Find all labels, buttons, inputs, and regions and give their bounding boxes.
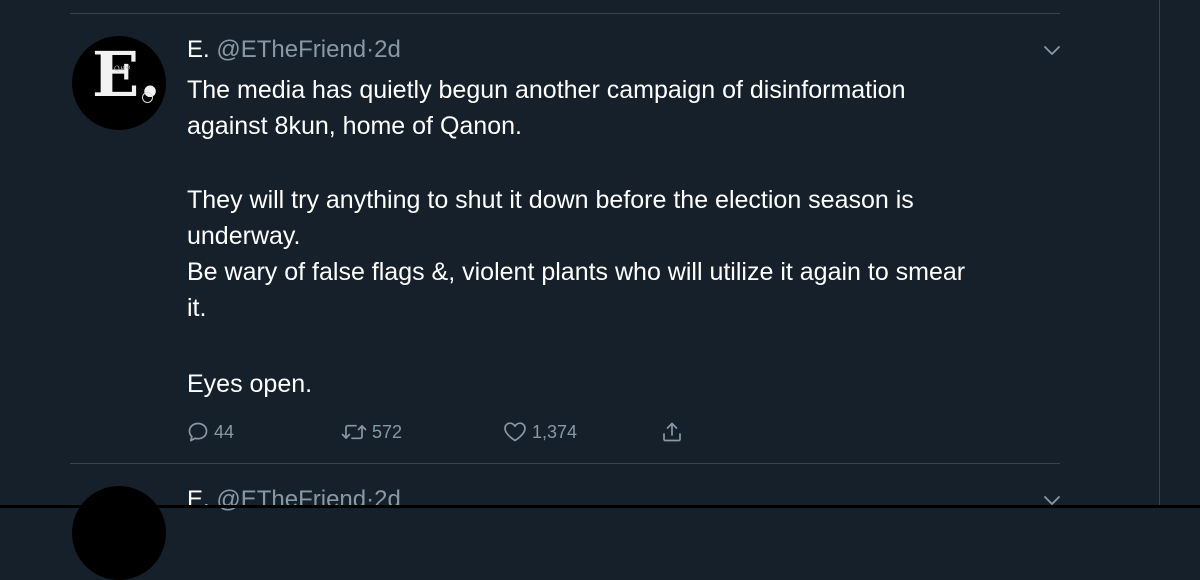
tweet-text-line: against 8kun, home of Qanon. (187, 112, 522, 140)
tweet-divider (70, 463, 1060, 464)
tweet-text-line: underway. (187, 222, 301, 250)
heart-icon (504, 422, 526, 442)
avatar[interactable] (72, 486, 166, 580)
author-name[interactable]: E. (187, 486, 210, 513)
like-button[interactable]: 1,374 (502, 418, 577, 446)
share-button[interactable] (660, 418, 684, 446)
author-name[interactable]: E. (187, 36, 210, 63)
tweet-header: E. @ETheFriend·2d (187, 36, 401, 64)
reply-button[interactable]: 44 (186, 418, 234, 446)
like-count: 1,374 (532, 421, 578, 442)
retweet-button[interactable]: 572 (340, 418, 402, 446)
tweet-header: E. @ETheFriend·2d (187, 486, 401, 514)
retweet-count: 572 (372, 421, 403, 442)
reply-count: 44 (214, 421, 235, 442)
top-divider (70, 13, 1060, 14)
chevron-down-icon[interactable] (1040, 38, 1064, 62)
tweet-text: The media has quietly begun another camp… (187, 72, 1107, 402)
tweet-text-line: it. (187, 294, 207, 322)
tweet-text-line: The media has quietly begun another camp… (187, 76, 906, 104)
handle-and-time[interactable]: @ETheFriend·2d (216, 486, 400, 513)
timeline-right-border (1159, 0, 1160, 508)
tweet-actions: 44 572 1,374 (186, 418, 706, 446)
tweet-text-line: Eyes open. (187, 370, 313, 398)
share-icon (663, 422, 681, 442)
retweet-icon (341, 424, 367, 440)
tweet-text-line: They will try anything to shut it down b… (187, 186, 914, 214)
reply-icon (188, 422, 208, 442)
tweet-text-line: Be wary of false flags &, violent plants… (187, 258, 966, 286)
chevron-down-icon[interactable] (1040, 488, 1064, 512)
avatar[interactable]: E. Qu̶e̶ (72, 36, 166, 130)
avatar-seal-icon (142, 92, 153, 103)
handle-and-time[interactable]: @ETheFriend·2d (216, 36, 400, 63)
